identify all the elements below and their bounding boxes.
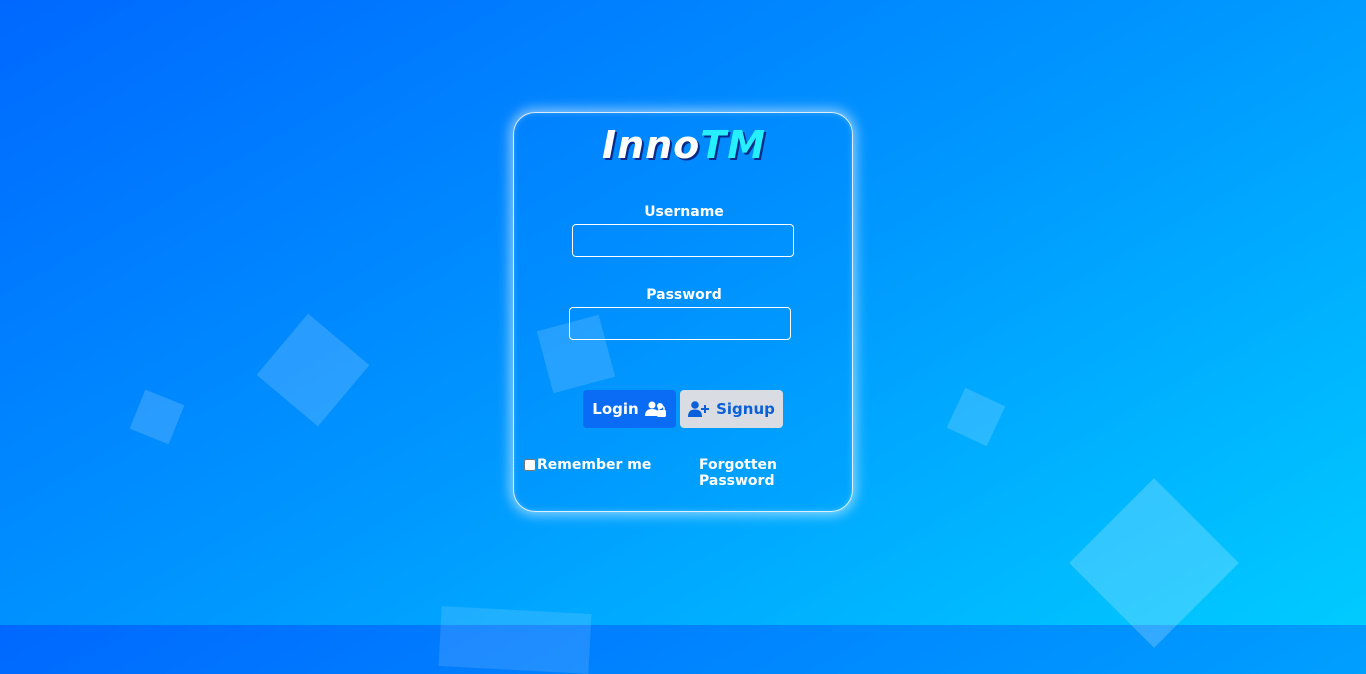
background-square [946,387,1006,447]
password-input[interactable] [569,307,791,340]
login-button-label: Login [592,400,639,418]
brand-logo: InnoTM [514,123,854,167]
remember-me-label: Remember me [537,457,652,473]
login-button[interactable]: Login [583,390,676,428]
signup-button-label: Signup [716,400,775,418]
user-plus-icon [688,401,710,417]
password-label: Password [646,287,722,303]
background-square [1069,478,1239,648]
remember-me[interactable]: Remember me [524,457,651,473]
background-square [129,389,185,445]
signup-button[interactable]: Signup [680,390,783,428]
brand-logo-part1: Inno [601,123,701,167]
background-square [256,313,370,427]
remember-me-checkbox[interactable] [524,459,536,471]
brand-logo-part2: TM [700,123,767,167]
background-square [438,606,592,674]
forgotten-password-link[interactable]: Forgotten Password [699,457,852,489]
username-label: Username [644,204,724,220]
username-input[interactable] [572,224,794,257]
users-icon [644,401,667,417]
login-card: InnoTM Username Password Login Signup Re… [513,112,853,512]
